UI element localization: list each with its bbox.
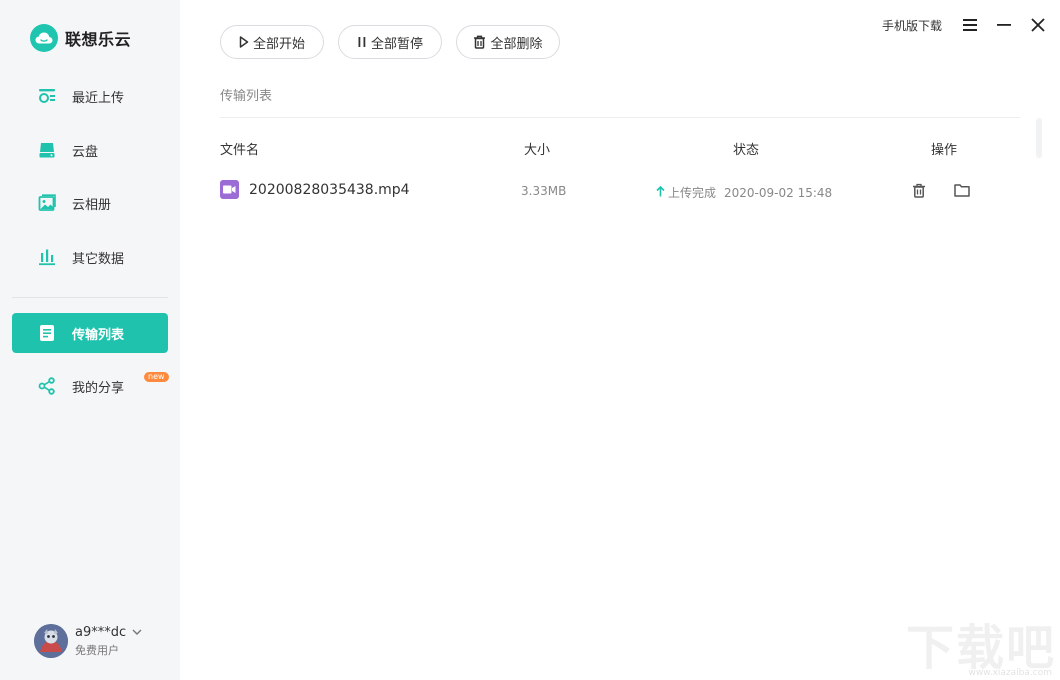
sidebar-item-label: 云盘 bbox=[72, 144, 99, 160]
user-profile[interactable]: a9***dc 免费用户 bbox=[34, 624, 142, 658]
status-time: 2020-09-02 15:48 bbox=[724, 185, 833, 200]
play-icon bbox=[239, 36, 249, 48]
start-all-label: 全部开始 bbox=[252, 36, 305, 52]
sidebar-item-transfer-list[interactable]: 传输列表 bbox=[12, 313, 168, 353]
user-type: 免费用户 bbox=[75, 643, 119, 657]
minimize-icon[interactable] bbox=[993, 14, 1015, 36]
video-file-icon bbox=[220, 180, 239, 199]
status-text: 上传完成 bbox=[668, 186, 717, 200]
sidebar: 联想乐云 最近上传 云盘 云相册 其它数据 传输列表 我的分享 new a9**… bbox=[0, 0, 180, 680]
cloud-drive-icon bbox=[38, 141, 56, 159]
user-name: a9***dc bbox=[75, 624, 127, 640]
sidebar-item-label: 传输列表 bbox=[72, 327, 125, 343]
menu-icon[interactable] bbox=[959, 14, 981, 36]
sidebar-item-label: 云相册 bbox=[72, 197, 112, 213]
user-info: a9***dc 免费用户 bbox=[75, 625, 142, 658]
main-panel: 全部开始 全部暂停 全部删除 手机版下载 传输列表 文件名 大小 状态 操作 2… bbox=[180, 0, 1060, 680]
bar-chart-icon bbox=[38, 248, 56, 266]
cloud-logo-icon bbox=[30, 24, 58, 52]
sidebar-item-recent-upload[interactable]: 最近上传 bbox=[12, 76, 168, 116]
avatar[interactable] bbox=[34, 624, 68, 658]
pause-all-label: 全部暂停 bbox=[370, 36, 423, 52]
document-list-icon bbox=[38, 324, 56, 342]
watermark-url: www.xiazaiba.com bbox=[968, 668, 1052, 678]
delete-all-button[interactable]: 全部删除 bbox=[456, 25, 560, 59]
sidebar-divider bbox=[12, 297, 168, 298]
window-controls: 手机版下载 bbox=[860, 14, 1060, 36]
brand: 联想乐云 bbox=[30, 24, 131, 52]
brand-name: 联想乐云 bbox=[65, 30, 132, 49]
column-header-size: 大小 bbox=[524, 143, 551, 158]
sidebar-item-label: 其它数据 bbox=[72, 251, 125, 267]
sidebar-item-other-data[interactable]: 其它数据 bbox=[12, 237, 168, 277]
sidebar-item-my-share[interactable]: 我的分享 new bbox=[12, 366, 169, 406]
transfer-status: 上传完成 2020-09-02 15:48 bbox=[656, 184, 832, 201]
share-icon bbox=[38, 377, 56, 395]
file-name: 20200828035438.mp4 bbox=[249, 182, 410, 198]
user-name-row: a9***dc bbox=[75, 625, 142, 640]
sidebar-item-label: 最近上传 bbox=[72, 90, 125, 106]
app-window: 联想乐云 最近上传 云盘 云相册 其它数据 传输列表 我的分享 new a9**… bbox=[0, 0, 1060, 680]
sidebar-item-photo-album[interactable]: 云相册 bbox=[12, 183, 168, 223]
table-row[interactable]: 20200828035438.mp4 3.33MB 上传完成 2020-09-0… bbox=[220, 176, 1020, 204]
file-size: 3.33MB bbox=[521, 184, 567, 198]
sidebar-item-label: 我的分享 bbox=[72, 380, 125, 396]
pause-icon bbox=[357, 36, 367, 48]
column-header-actions: 操作 bbox=[931, 143, 958, 158]
scrollbar[interactable] bbox=[1036, 118, 1042, 158]
new-badge: new bbox=[144, 372, 169, 382]
pause-all-button[interactable]: 全部暂停 bbox=[338, 25, 442, 59]
section-title: 传输列表 bbox=[220, 89, 273, 104]
recent-upload-icon bbox=[38, 87, 56, 105]
delete-icon[interactable] bbox=[909, 180, 929, 200]
column-header-status: 状态 bbox=[733, 143, 760, 158]
delete-all-label: 全部删除 bbox=[490, 36, 543, 52]
section-divider bbox=[220, 117, 1020, 118]
close-icon[interactable] bbox=[1027, 14, 1049, 36]
start-all-button[interactable]: 全部开始 bbox=[220, 25, 324, 59]
trash-icon bbox=[473, 35, 486, 49]
photo-album-icon bbox=[38, 194, 56, 212]
upload-arrow-icon bbox=[656, 185, 665, 200]
chevron-down-icon[interactable] bbox=[132, 629, 142, 636]
sidebar-item-cloud-drive[interactable]: 云盘 bbox=[12, 130, 168, 170]
open-folder-icon[interactable] bbox=[952, 180, 972, 200]
column-header-name: 文件名 bbox=[220, 143, 260, 158]
mobile-download-link[interactable]: 手机版下载 bbox=[882, 17, 942, 34]
